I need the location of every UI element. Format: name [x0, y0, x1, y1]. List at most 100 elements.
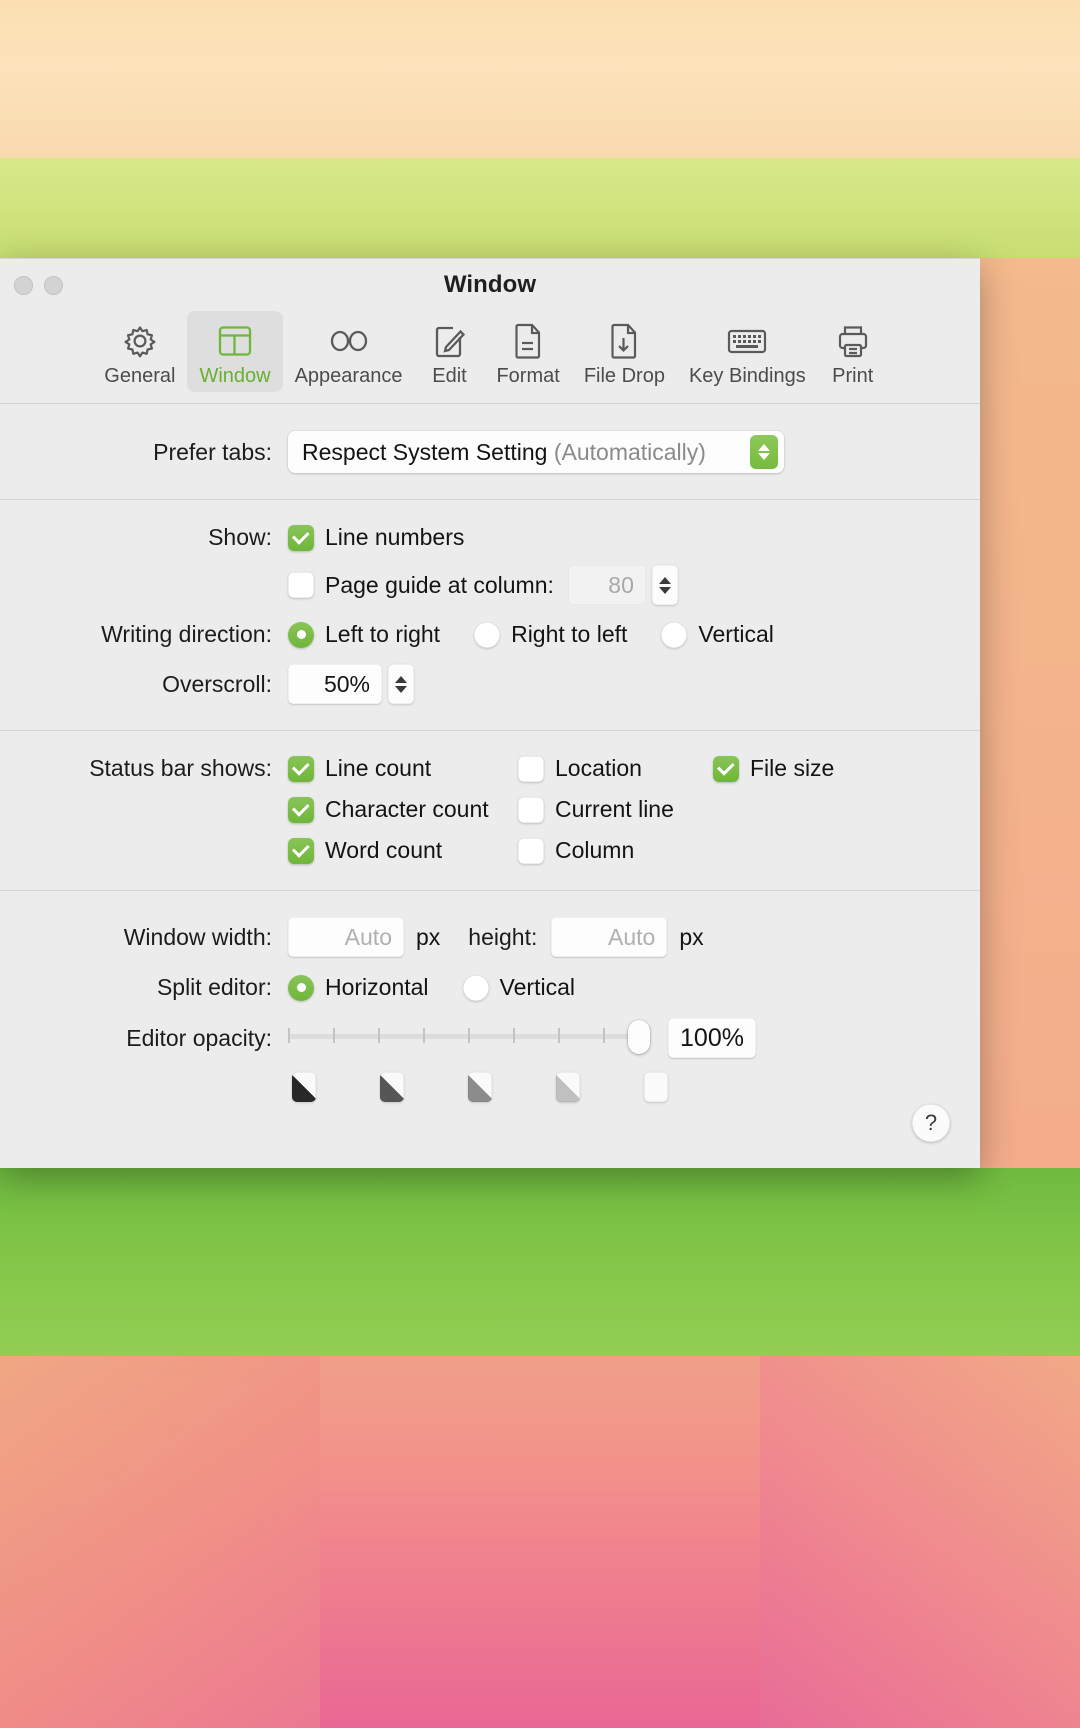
row-writing-direction: Writing direction: Left to right Right t… [0, 605, 980, 648]
slider-tick [378, 1028, 380, 1043]
checkbox-page-guide[interactable]: Page guide at column: [288, 572, 554, 599]
radio-right-to-left[interactable]: Right to left [474, 621, 627, 648]
opacity-swatch-fill [292, 1072, 316, 1102]
prefer-tabs-label: Prefer tabs: [153, 438, 272, 465]
toolbar-tab-appearance[interactable]: Appearance [283, 311, 415, 392]
keyboard-icon [724, 318, 770, 364]
radio-split-vertical[interactable]: Vertical [462, 974, 575, 1001]
column-label: Column [555, 837, 635, 863]
minimize-button[interactable] [44, 276, 63, 295]
radio-vertical-direction[interactable]: Vertical [661, 621, 774, 648]
left-to-right-radio-dot[interactable] [288, 621, 314, 648]
current-line-label: Current line [555, 796, 674, 822]
editor-opacity-field[interactable]: 100% [668, 1018, 756, 1058]
window-controls [14, 276, 63, 295]
wallpaper-band-green [0, 1168, 1080, 1368]
current-line-checkbox-box[interactable] [518, 796, 544, 823]
toolbar-tab-print[interactable]: Print [818, 311, 888, 392]
wallpaper-band-pink-left [0, 1356, 320, 1728]
radio-left-to-right[interactable]: Left to right [288, 621, 440, 648]
toolbar-label-key-bindings: Key Bindings [688, 365, 806, 387]
toolbar-label-print: Print [832, 365, 874, 387]
checkbox-current-line[interactable]: Current line [518, 796, 713, 823]
line-numbers-checkbox-box[interactable] [288, 524, 314, 551]
window-height-input[interactable]: Auto [551, 917, 668, 957]
line-count-checkbox-box[interactable] [288, 755, 314, 782]
checkbox-location[interactable]: Location [518, 755, 713, 782]
row-status-bar-2: Character count Current line [0, 782, 980, 823]
toolbar-tab-key-bindings[interactable]: Key Bindings [677, 311, 818, 392]
window-width-input[interactable]: Auto [288, 917, 404, 957]
wallpaper-band-peach [0, 0, 1080, 158]
document-icon [505, 318, 551, 364]
split-editor-label: Split editor: [156, 974, 272, 1000]
radio-split-horizontal[interactable]: Horizontal [288, 974, 429, 1001]
split-vertical-label: Vertical [499, 974, 575, 1000]
help-button[interactable]: ? [912, 1104, 950, 1142]
editor-opacity-slider[interactable] [288, 1020, 650, 1055]
checkbox-line-count[interactable]: Line count [288, 755, 518, 782]
editor-opacity-value: 100% [680, 1023, 744, 1052]
slider-tick [468, 1028, 470, 1043]
checkbox-character-count[interactable]: Character count [288, 796, 518, 823]
location-checkbox-box[interactable] [518, 755, 544, 782]
prefer-tabs-value: Respect System Setting (Automatically) [302, 439, 706, 466]
window-layout-icon [212, 318, 258, 364]
opacity-swatch[interactable] [380, 1072, 404, 1102]
opacity-swatch[interactable] [556, 1072, 580, 1102]
opacity-swatch-fill [644, 1072, 668, 1102]
toolbar-tab-general[interactable]: General [92, 311, 187, 392]
chevron-up-icon [758, 444, 770, 451]
stepper-down-icon [658, 586, 671, 594]
split-horizontal-label: Horizontal [325, 974, 429, 1000]
page-guide-stepper[interactable] [651, 565, 678, 605]
window-height-label: height: [468, 923, 538, 950]
prefer-tabs-stepper-icon[interactable] [750, 435, 778, 469]
window-titlebar: Window [0, 259, 980, 311]
prefer-tabs-popup[interactable]: Respect System Setting (Automatically) [288, 431, 784, 473]
toolbar-label-window: Window [199, 365, 271, 387]
checkbox-file-size[interactable]: File size [713, 755, 834, 782]
preferences-content: Prefer tabs: Respect System Setting (Aut… [0, 404, 980, 1102]
row-editor-opacity: Editor opacity: 100% [0, 1001, 980, 1058]
page-guide-checkbox-box[interactable] [288, 572, 314, 598]
editor-opacity-label: Editor opacity: [126, 1024, 272, 1051]
vertical-direction-radio-dot[interactable] [661, 621, 688, 648]
toolbar-label-file-drop: File Drop [583, 365, 665, 387]
file-size-label: File size [750, 755, 835, 781]
toolbar-tab-format[interactable]: Format [484, 311, 571, 392]
row-overscroll: Overscroll: 50% [0, 648, 980, 730]
word-count-checkbox-box[interactable] [288, 837, 314, 864]
stepper-up-icon [658, 576, 671, 584]
window-width-label: Window width: [123, 923, 272, 950]
toolbar-tab-file-drop[interactable]: File Drop [572, 311, 677, 392]
line-numbers-label: Line numbers [325, 524, 465, 550]
checkbox-line-numbers[interactable]: Line numbers [288, 524, 464, 551]
opacity-swatch[interactable] [644, 1072, 668, 1102]
printer-icon [830, 318, 876, 364]
row-page-guide: Page guide at column: 80 [0, 551, 980, 605]
close-button[interactable] [14, 276, 33, 295]
preferences-toolbar: General Window Appearance Edit Format Fi… [0, 311, 980, 404]
split-vertical-radio-dot[interactable] [462, 974, 489, 1001]
right-to-left-radio-dot[interactable] [474, 621, 501, 648]
toolbar-tab-window[interactable]: Window [187, 311, 283, 392]
overscroll-stepper[interactable] [388, 664, 414, 704]
page-guide-column-field[interactable]: 80 [567, 565, 646, 605]
vertical-direction-label: Vertical [698, 621, 774, 647]
slider-tick [288, 1028, 290, 1043]
section-prefer-tabs: Prefer tabs: Respect System Setting (Aut… [0, 404, 980, 499]
opacity-swatch-fill [380, 1072, 404, 1102]
opacity-swatch[interactable] [468, 1072, 492, 1102]
checkbox-word-count[interactable]: Word count [288, 837, 518, 864]
opacity-swatch[interactable] [292, 1072, 316, 1102]
overscroll-field[interactable]: 50% [288, 664, 382, 704]
slider-thumb[interactable] [628, 1020, 650, 1054]
column-checkbox-box[interactable] [518, 837, 544, 864]
file-size-checkbox-box[interactable] [713, 755, 739, 782]
character-count-checkbox-box[interactable] [288, 796, 314, 823]
split-horizontal-radio-dot[interactable] [288, 974, 314, 1001]
toolbar-tab-edit[interactable]: Edit [414, 311, 484, 392]
overscroll-stepper-down-icon [395, 685, 407, 693]
checkbox-column[interactable]: Column [518, 837, 713, 864]
